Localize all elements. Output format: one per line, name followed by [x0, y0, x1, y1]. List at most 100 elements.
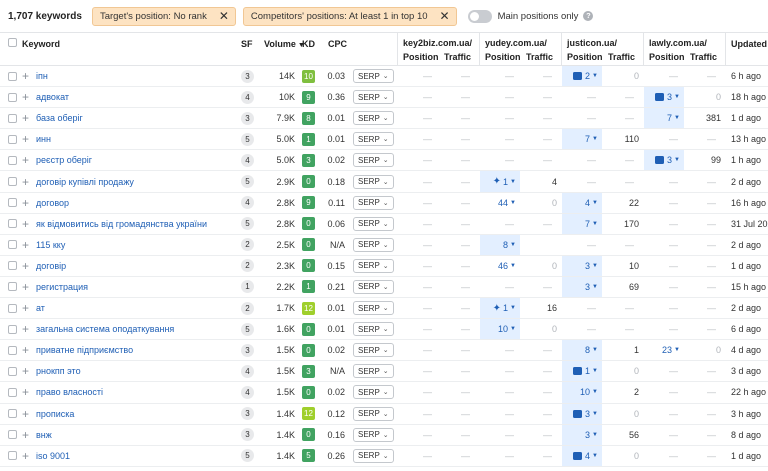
position-value[interactable]: 4 ▼	[585, 198, 598, 208]
position-value[interactable]: 10 ▼	[498, 324, 516, 334]
position-value[interactable]: 10 ▼	[580, 387, 598, 397]
serp-button[interactable]: SERP ⌄	[353, 385, 394, 400]
row-checkbox[interactable]	[8, 261, 17, 271]
sf-badge[interactable]: 5	[241, 132, 254, 146]
keyword-link[interactable]: база оберіг	[36, 113, 83, 123]
sf-badge[interactable]: 4	[241, 153, 254, 167]
keyword-link[interactable]: іпн	[36, 71, 48, 81]
col-position[interactable]: Position	[649, 52, 685, 62]
row-checkbox[interactable]	[8, 155, 17, 165]
position-value[interactable]: 3 ▼	[573, 409, 598, 419]
position-value[interactable]: 3 ▼	[655, 155, 680, 165]
sf-badge[interactable]: 5	[241, 175, 254, 189]
position-value[interactable]: 46 ▼	[498, 261, 516, 271]
row-checkbox[interactable]	[8, 177, 17, 187]
plus-icon[interactable]: +	[22, 408, 29, 420]
position-value[interactable]: 3 ▼	[655, 92, 680, 102]
serp-button[interactable]: SERP ⌄	[353, 343, 394, 358]
serp-button[interactable]: SERP ⌄	[353, 90, 394, 105]
row-checkbox[interactable]	[8, 303, 17, 313]
row-checkbox[interactable]	[8, 134, 17, 144]
plus-icon[interactable]: +	[22, 112, 29, 124]
col-position[interactable]: Position	[567, 52, 603, 62]
sf-badge[interactable]: 4	[241, 196, 254, 210]
plus-icon[interactable]: +	[22, 91, 29, 103]
table-row[interactable]: + договор 4 2.8K 9 0.11 SERP ⌄ — —44 ▼ 0 4 ▼ 22— —16 h …	[0, 192, 768, 214]
col-position[interactable]: Position	[485, 52, 521, 62]
keyword-link[interactable]: ат	[36, 303, 45, 313]
serp-button[interactable]: SERP ⌄	[353, 153, 394, 168]
plus-icon[interactable]: +	[22, 281, 29, 293]
keyword-link[interactable]: загальна система оподаткування	[36, 324, 174, 334]
col-traffic[interactable]: Traffic	[608, 52, 635, 62]
row-checkbox[interactable]	[8, 451, 17, 461]
position-value[interactable]: 7 ▼	[585, 134, 598, 144]
table-row[interactable]: + регистрация 1 2.2K 1 0.21 SERP ⌄ — — — — 3 ▼ 69 — — 15 …	[0, 276, 768, 299]
plus-icon[interactable]: +	[22, 302, 29, 314]
sf-badge[interactable]: 5	[241, 322, 254, 336]
sf-badge[interactable]: 3	[241, 343, 254, 357]
table-row[interactable]: + реєстр оберіг 4 5.0K 3 0.02 SERP ⌄ — — — — — —3 ▼ 99 1…	[0, 150, 768, 172]
sf-badge[interactable]: 5	[241, 449, 254, 463]
sf-badge[interactable]: 3	[241, 69, 254, 83]
keyword-link[interactable]: рнокпп это	[36, 366, 81, 376]
serp-button[interactable]: SERP ⌄	[353, 427, 394, 442]
serp-button[interactable]: SERP ⌄	[353, 448, 394, 463]
row-checkbox[interactable]	[8, 198, 17, 208]
row-checkbox[interactable]	[8, 324, 17, 334]
col-competitor-1[interactable]: key2biz.com.ua/	[403, 38, 472, 48]
keyword-link[interactable]: договір купівлі продажу	[36, 177, 134, 187]
table-row[interactable]: + инн 5 5.0K 1 0.01 SERP ⌄ — — — — 7 ▼ 110 — — 13 h ago	[0, 129, 768, 151]
row-checkbox[interactable]	[8, 387, 17, 397]
table-row[interactable]: + прописка 3 1.4K 12 0.12 SERP ⌄ — — — —3 ▼ 0— —3 h ag…	[0, 403, 768, 425]
keyword-link[interactable]: реєстр оберіг	[36, 155, 92, 165]
row-checkbox[interactable]	[8, 219, 17, 229]
serp-button[interactable]: SERP ⌄	[353, 132, 394, 147]
col-traffic[interactable]: Traffic	[526, 52, 553, 62]
serp-button[interactable]: SERP ⌄	[353, 111, 394, 126]
sf-badge[interactable]: 1	[241, 280, 254, 294]
plus-icon[interactable]: +	[22, 323, 29, 335]
serp-button[interactable]: SERP ⌄	[353, 216, 394, 231]
table-row[interactable]: + ат 2 1.7K 12 0.01 SERP ⌄ — — ✦ 1 ▼ 16 — — — — 2 d ago	[0, 298, 768, 320]
position-value[interactable]: 7 ▼	[667, 113, 680, 123]
serp-button[interactable]: SERP ⌄	[353, 301, 394, 316]
col-traffic[interactable]: Traffic	[690, 52, 717, 62]
position-value[interactable]: 4 ▼	[573, 451, 598, 461]
col-traffic[interactable]: Traffic	[444, 52, 471, 62]
sf-badge[interactable]: 2	[241, 301, 254, 315]
keyword-link[interactable]: прописка	[36, 409, 74, 419]
plus-icon[interactable]: +	[22, 239, 29, 251]
serp-button[interactable]: SERP ⌄	[353, 69, 394, 84]
serp-button[interactable]: SERP ⌄	[353, 174, 394, 189]
keyword-link[interactable]: внж	[36, 430, 52, 440]
position-value[interactable]: 1 ▼	[573, 366, 598, 376]
col-kd[interactable]: KD	[302, 39, 315, 49]
serp-button[interactable]: SERP ⌄	[353, 322, 394, 337]
sf-badge[interactable]: 3	[241, 428, 254, 442]
table-row[interactable]: + договір купівлі продажу 5 2.9K 0 0.18 SERP ⌄ —…	[0, 171, 768, 193]
serp-button[interactable]: SERP ⌄	[353, 258, 394, 273]
plus-icon[interactable]: +	[22, 429, 29, 441]
close-icon[interactable]: ✕	[440, 10, 450, 22]
col-competitor-2[interactable]: yudey.com.ua/	[485, 38, 547, 48]
position-value[interactable]: 2 ▼	[573, 71, 598, 81]
select-all-checkbox[interactable]	[8, 38, 17, 47]
plus-icon[interactable]: +	[22, 70, 29, 82]
filter-chip-target-position[interactable]: Target's position: No rank ✕	[91, 6, 236, 26]
plus-icon[interactable]: +	[22, 154, 29, 166]
keyword-link[interactable]: инн	[36, 134, 51, 144]
row-checkbox[interactable]	[8, 240, 17, 250]
col-volume[interactable]: Volume ▼	[264, 39, 305, 49]
keyword-link[interactable]: договор	[36, 198, 69, 208]
table-row[interactable]: + як відмовитись від громадянства україни…	[0, 213, 768, 235]
position-value[interactable]: 44 ▼	[498, 198, 516, 208]
plus-icon[interactable]: +	[22, 450, 29, 462]
sf-badge[interactable]: 2	[241, 259, 254, 273]
row-checkbox[interactable]	[8, 345, 17, 355]
table-row[interactable]: + договір 2 2.3K 0 0.15 SERP ⌄ — —46 ▼ 0 3 ▼ 10— —1 d a…	[0, 255, 768, 277]
table-row[interactable]: + внж 3 1.4K 0 0.16 SERP ⌄ — — — —3 ▼ 56— —8 d ago	[0, 424, 768, 446]
plus-icon[interactable]: +	[22, 344, 29, 356]
col-keyword[interactable]: Keyword	[22, 39, 60, 49]
table-row[interactable]: + база оберіг 3 7.9K 8 0.01 SERP ⌄ — — — — — — 7 ▼ 381 1 …	[0, 108, 768, 130]
